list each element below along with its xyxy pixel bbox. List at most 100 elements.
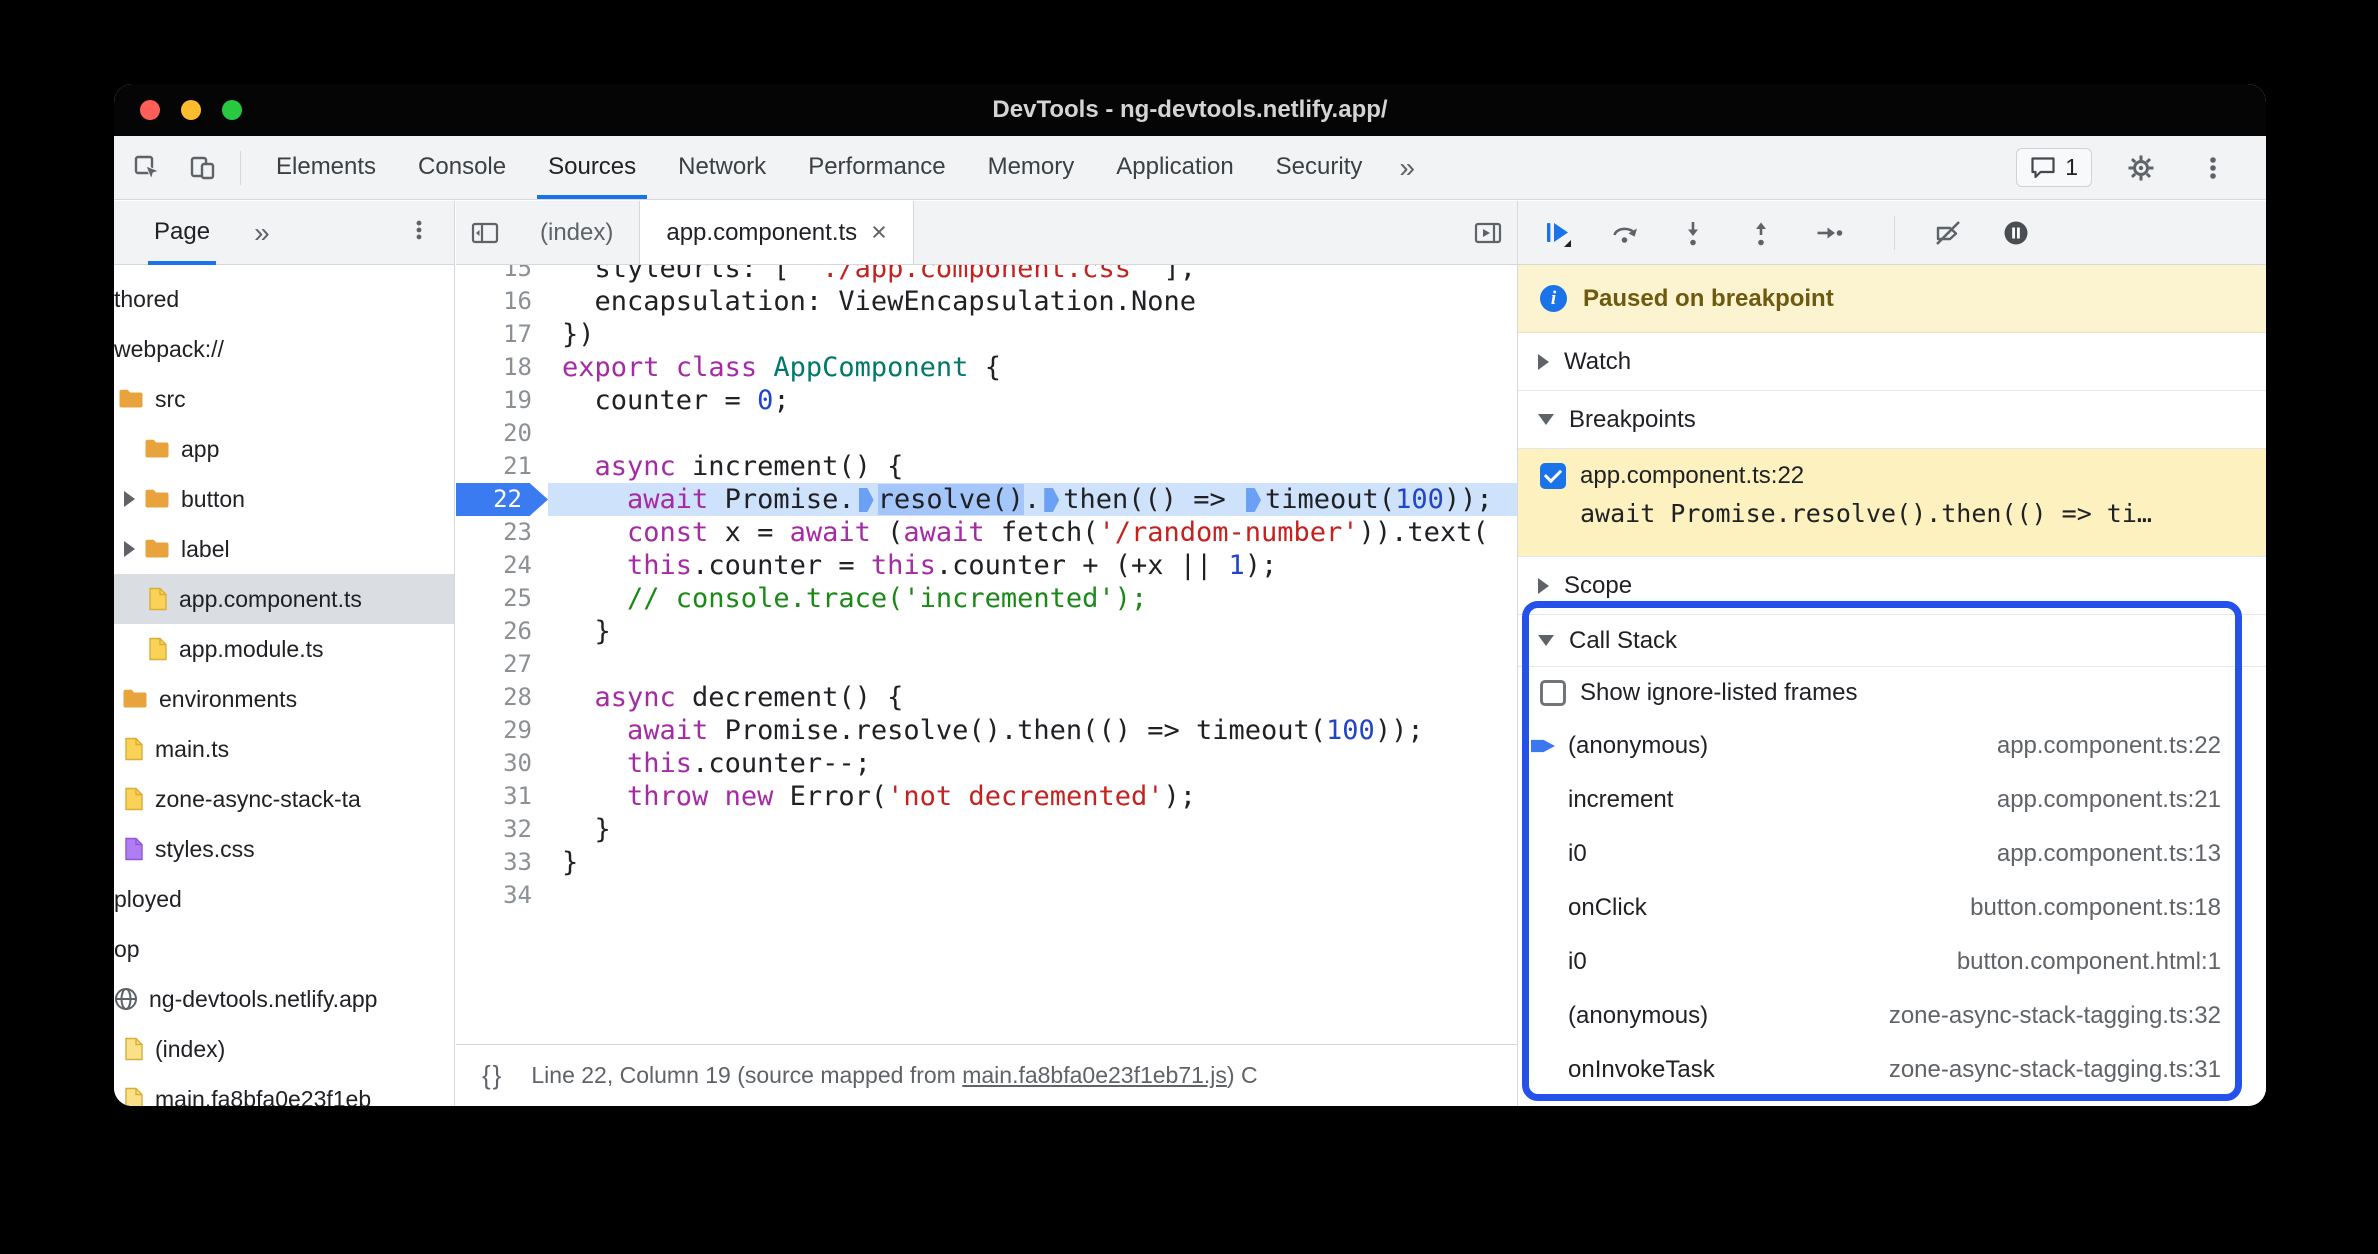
line-number-16[interactable]: 16 — [456, 285, 548, 318]
async-step-marker-icon[interactable] — [1246, 488, 1262, 512]
tree-item-app-module-ts[interactable]: app.module.ts — [114, 624, 454, 674]
code-text[interactable]: export class AppComponent { — [548, 351, 1517, 384]
tree-item-zone-async-stack-ta[interactable]: zone-async-stack-ta — [114, 774, 454, 824]
tree-item-app[interactable]: app — [114, 424, 454, 474]
deactivate-breakpoints-icon[interactable] — [1933, 218, 1963, 248]
code-line[interactable]: 17}) — [456, 318, 1517, 351]
code-line[interactable]: 28 async decrement() { — [456, 681, 1517, 714]
line-number-15[interactable]: 15 — [456, 265, 548, 285]
tab-application[interactable]: Application — [1095, 136, 1254, 199]
step-out-icon[interactable] — [1746, 218, 1776, 248]
code-text[interactable]: await Promise.resolve().then(() => timeo… — [548, 483, 1517, 516]
line-number-23[interactable]: 23 — [456, 516, 548, 549]
code-text[interactable]: encapsulation: ViewEncapsulation.None — [548, 285, 1517, 318]
call-stack-frame[interactable]: i0 button.component.html:1 — [1518, 935, 2266, 989]
code-line[interactable]: 32 } — [456, 813, 1517, 846]
code-text[interactable]: styleUrls: [ './app.component.css' ], — [548, 265, 1517, 285]
code-text[interactable]: async increment() { — [548, 450, 1517, 483]
section-scope[interactable]: Scope — [1518, 557, 2266, 615]
code-text[interactable]: async decrement() { — [548, 681, 1517, 714]
code-text[interactable] — [548, 417, 1517, 450]
code-text[interactable]: await Promise.resolve().then(() => timeo… — [548, 714, 1517, 747]
line-number-24[interactable]: 24 — [456, 549, 548, 582]
async-step-marker-icon[interactable] — [858, 488, 874, 512]
device-toolbar-icon[interactable] — [180, 145, 226, 191]
navigator-kebab-icon[interactable] — [406, 217, 432, 248]
issues-button[interactable]: 1 — [2016, 148, 2092, 187]
code-text[interactable]: } — [548, 846, 1517, 879]
code-text[interactable] — [548, 648, 1517, 681]
tree-item-thored[interactable]: thored — [114, 274, 454, 324]
code-text[interactable] — [548, 879, 1517, 912]
tree-item-main-ts[interactable]: main.ts — [114, 724, 454, 774]
code-line[interactable]: 33} — [456, 846, 1517, 879]
call-stack-frame[interactable]: (anonymous) app.component.ts:22 — [1518, 719, 2266, 773]
tree-item-app-component-ts[interactable]: app.component.ts — [114, 574, 454, 624]
tab-page[interactable]: Page — [148, 201, 217, 265]
section-breakpoints[interactable]: Breakpoints — [1518, 391, 2266, 449]
code-line[interactable]: 15 styleUrls: [ './app.component.css' ], — [456, 265, 1517, 285]
step-over-icon[interactable] — [1610, 218, 1640, 248]
call-stack-frame[interactable]: increment app.component.ts:21 — [1518, 773, 2266, 827]
navigator-more-tabs-chevron-icon[interactable]: » — [254, 217, 270, 249]
resume-icon[interactable] — [1542, 218, 1572, 248]
line-number-30[interactable]: 30 — [456, 747, 548, 780]
step-icon[interactable] — [1814, 218, 1844, 248]
tree-item-webpack-[interactable]: webpack:// — [114, 324, 454, 374]
line-number-22[interactable]: 22 — [456, 483, 548, 516]
code-text[interactable]: counter = 0; — [548, 384, 1517, 417]
tab-memory[interactable]: Memory — [967, 136, 1096, 199]
tree-item-environments[interactable]: environments — [114, 674, 454, 724]
code-line[interactable]: 18 export class AppComponent { — [456, 351, 1517, 384]
more-menu-kebab-icon[interactable] — [2190, 145, 2236, 191]
call-stack-frame[interactable]: onInvokeTask zone-async-stack-tagging.ts:… — [1518, 1043, 2266, 1097]
tree-item-label[interactable]: label — [114, 524, 454, 574]
code-line[interactable]: 26 } — [456, 615, 1517, 648]
line-number-27[interactable]: 27 — [456, 648, 548, 681]
line-number-32[interactable]: 32 — [456, 813, 548, 846]
code-line[interactable]: 16 encapsulation: ViewEncapsulation.None — [456, 285, 1517, 318]
code-line[interactable]: 30 this.counter--; — [456, 747, 1517, 780]
pause-on-exceptions-icon[interactable] — [2001, 218, 2031, 248]
code-text[interactable]: } — [548, 615, 1517, 648]
code-line[interactable]: 24 this.counter = this.counter + (+x || … — [456, 549, 1517, 582]
tab-performance[interactable]: Performance — [787, 136, 966, 199]
call-stack-frame[interactable]: i0 app.component.ts:13 — [1518, 827, 2266, 881]
breakpoint-checkbox[interactable] — [1540, 463, 1566, 489]
code-line[interactable]: 27 — [456, 648, 1517, 681]
line-number-17[interactable]: 17 — [456, 318, 548, 351]
code-line[interactable]: 23 const x = await (await fetch('/random… — [456, 516, 1517, 549]
line-number-28[interactable]: 28 — [456, 681, 548, 714]
line-number-33[interactable]: 33 — [456, 846, 548, 879]
code-line[interactable]: 20 — [456, 417, 1517, 450]
section-call-stack[interactable]: Call Stack — [1518, 615, 2266, 667]
line-number-25[interactable]: 25 — [456, 582, 548, 615]
tree-item-ployed[interactable]: ployed — [114, 874, 454, 924]
source-map-link[interactable]: main.fa8bfa0e23f1eb71.js — [962, 1062, 1227, 1089]
tab-security[interactable]: Security — [1255, 136, 1384, 199]
line-number-21[interactable]: 21 — [456, 450, 548, 483]
line-number-31[interactable]: 31 — [456, 780, 548, 813]
settings-gear-icon[interactable] — [2118, 145, 2164, 191]
editor-panel-toggle-icon[interactable] — [1459, 201, 1517, 264]
tree-item--index-[interactable]: (index) — [114, 1024, 454, 1074]
call-stack-frame[interactable]: (anonymous) zone-async-stack-tagging.ts:3… — [1518, 989, 2266, 1043]
tree-item-button[interactable]: button — [114, 474, 454, 524]
code-line[interactable]: 21 async increment() { — [456, 450, 1517, 483]
execution-line[interactable]: 22 await Promise. resolve(). then(() => ti… — [456, 483, 1517, 516]
code-text[interactable]: throw new Error('not decremented'); — [548, 780, 1517, 813]
code-line[interactable]: 31 throw new Error('not decremented'); — [456, 780, 1517, 813]
line-number-26[interactable]: 26 — [456, 615, 548, 648]
editor-tab-index[interactable]: (index) — [514, 201, 639, 264]
tree-item-src[interactable]: src — [114, 374, 454, 424]
hide-navigator-icon[interactable] — [456, 201, 514, 264]
tab-network[interactable]: Network — [657, 136, 787, 199]
show-ignore-checkbox[interactable] — [1540, 680, 1566, 706]
code-text[interactable]: this.counter--; — [548, 747, 1517, 780]
code-editor[interactable]: 15 styleUrls: [ './app.component.css' ],… — [456, 265, 1517, 1044]
step-into-icon[interactable] — [1678, 218, 1708, 248]
line-number-29[interactable]: 29 — [456, 714, 548, 747]
editor-tab-app-component[interactable]: app.component.ts × — [639, 201, 914, 264]
close-tab-icon[interactable]: × — [871, 217, 887, 248]
code-line[interactable]: 29 await Promise.resolve().then(() => ti… — [456, 714, 1517, 747]
